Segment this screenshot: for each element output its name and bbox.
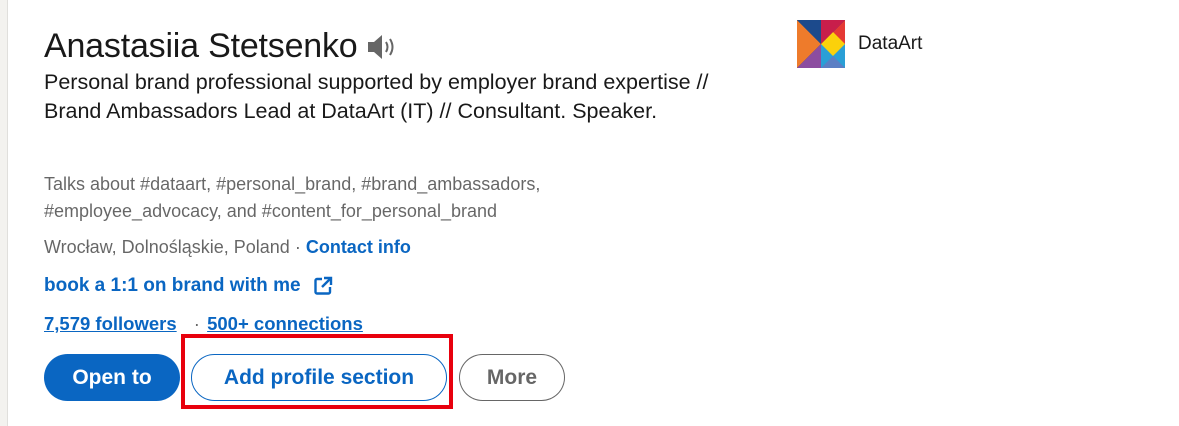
connections-link[interactable]: 500+ connections xyxy=(207,313,363,334)
location-separator: · xyxy=(294,237,301,257)
external-link-icon[interactable] xyxy=(313,276,333,296)
company-name: DataArt xyxy=(858,33,923,54)
talks-about: Talks about #dataart, #personal_brand, #… xyxy=(44,174,541,221)
name-row: Anastasiia Stetsenko xyxy=(44,24,398,68)
profile-card: Anastasiia Stetsenko Personal brand prof… xyxy=(7,0,1179,426)
location-row: Wrocław, Dolnośląskie, Poland · Contact … xyxy=(44,234,411,261)
add-profile-section-button[interactable]: Add profile section xyxy=(191,354,447,401)
profile-name: Anastasiia Stetsenko xyxy=(44,27,358,65)
booking-link[interactable]: book a 1:1 on brand with me xyxy=(44,272,301,299)
dataart-logo xyxy=(797,20,845,68)
location-text: Wrocław, Dolnośląskie, Poland xyxy=(44,237,290,257)
followers-link[interactable]: 7,579 followers xyxy=(44,313,177,334)
current-company[interactable]: DataArt xyxy=(797,20,922,68)
profile-headline: Personal brand professional supported by… xyxy=(44,70,709,123)
booking-row: book a 1:1 on brand with me xyxy=(44,272,333,299)
speaker-icon[interactable] xyxy=(366,32,398,62)
contact-info-link[interactable]: Contact info xyxy=(306,237,411,257)
more-button[interactable]: More xyxy=(459,354,565,401)
network-separator: · xyxy=(193,313,200,334)
network-row: 7,579 followers · 500+ connections xyxy=(44,310,363,337)
open-to-button[interactable]: Open to xyxy=(44,354,180,401)
